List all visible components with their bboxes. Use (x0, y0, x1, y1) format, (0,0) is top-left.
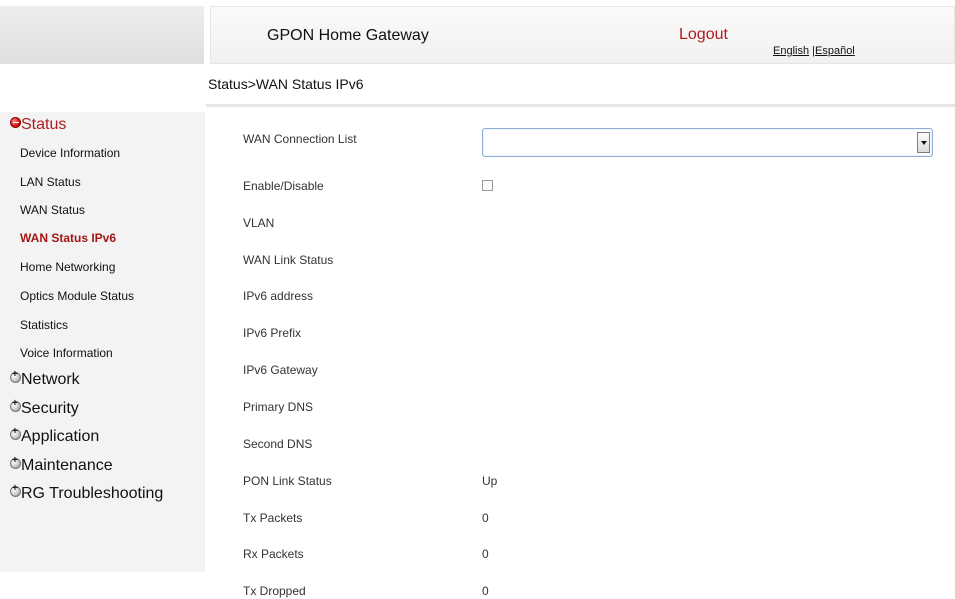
lang-spanish-link[interactable]: Español (815, 45, 855, 57)
sidebar-item-optics-module-status[interactable]: Optics Module Status (20, 289, 134, 303)
expand-icon (10, 426, 21, 440)
field-label: Tx Packets (243, 511, 303, 525)
sidebar-item-wan-status[interactable]: WAN Status (20, 203, 85, 217)
field-label: IPv6 Gateway (243, 363, 318, 377)
enable-disable-label: Enable/Disable (243, 179, 324, 193)
field-label: IPv6 address (243, 289, 314, 303)
app-title: GPON Home Gateway (267, 27, 429, 44)
chevron-down-icon[interactable] (917, 132, 930, 153)
field-label: Rx Packets (243, 547, 304, 561)
expand-icon (10, 455, 21, 469)
field-label: Second DNS (243, 437, 313, 451)
sidebar-group-status[interactable]: Status (10, 116, 66, 134)
breadcrumb: Status>WAN Status IPv6 (208, 76, 364, 92)
sidebar-item-statistics[interactable]: Statistics (20, 318, 68, 332)
lang-english-link[interactable]: English (773, 45, 809, 57)
sidebar-group-label: Application (21, 428, 100, 445)
logout-link[interactable]: Logout (679, 26, 728, 44)
field-label: PON Link Status (243, 474, 332, 488)
sidebar-item-lan-status[interactable]: LAN Status (20, 175, 81, 189)
field-label: Tx Dropped (243, 584, 306, 598)
sidebar-item-home-networking[interactable]: Home Networking (20, 260, 115, 274)
sidebar-group-rg-troubleshooting[interactable]: RG Troubleshooting (10, 483, 164, 503)
field-label: Primary DNS (243, 400, 314, 414)
field-label: IPv6 Prefix (243, 326, 302, 340)
field-label: WAN Link Status (243, 253, 334, 267)
field-value: Up (482, 474, 498, 488)
sidebar-group-network[interactable]: Network (10, 369, 80, 389)
expand-icon (10, 398, 21, 412)
field-value: 0 (482, 584, 489, 598)
divider (206, 104, 955, 107)
wan-connection-select[interactable] (482, 128, 933, 157)
sidebar-group-security[interactable]: Security (10, 398, 79, 418)
collapse-icon (10, 116, 21, 128)
sidebar-group-label: Security (21, 400, 79, 417)
expand-icon (10, 369, 21, 383)
enable-disable-checkbox[interactable] (482, 180, 493, 191)
header-left-panel (0, 6, 204, 64)
sidebar-group-application[interactable]: Application (10, 426, 100, 446)
field-value: 0 (482, 511, 489, 525)
sidebar-item-device-information[interactable]: Device Information (20, 146, 120, 160)
sidebar-group-label: Maintenance (21, 457, 113, 474)
sidebar-group-maintenance[interactable]: Maintenance (10, 455, 113, 475)
field-value: 0 (482, 547, 489, 561)
sidebar-group-label: Status (21, 116, 67, 133)
field-label: VLAN (243, 216, 275, 230)
header-bar: GPON Home Gateway Logout English |Españo… (210, 6, 955, 64)
sidebar-item-voice-information[interactable]: Voice Information (20, 346, 113, 360)
sidebar-group-label: RG Troubleshooting (21, 485, 164, 502)
language-switcher: English |Español (773, 45, 855, 57)
expand-icon (10, 483, 21, 497)
sidebar-item-wan-status-ipv6[interactable]: WAN Status IPv6 (20, 231, 116, 245)
sidebar-group-label: Network (21, 371, 80, 388)
wan-connection-list-label: WAN Connection List (243, 132, 357, 146)
